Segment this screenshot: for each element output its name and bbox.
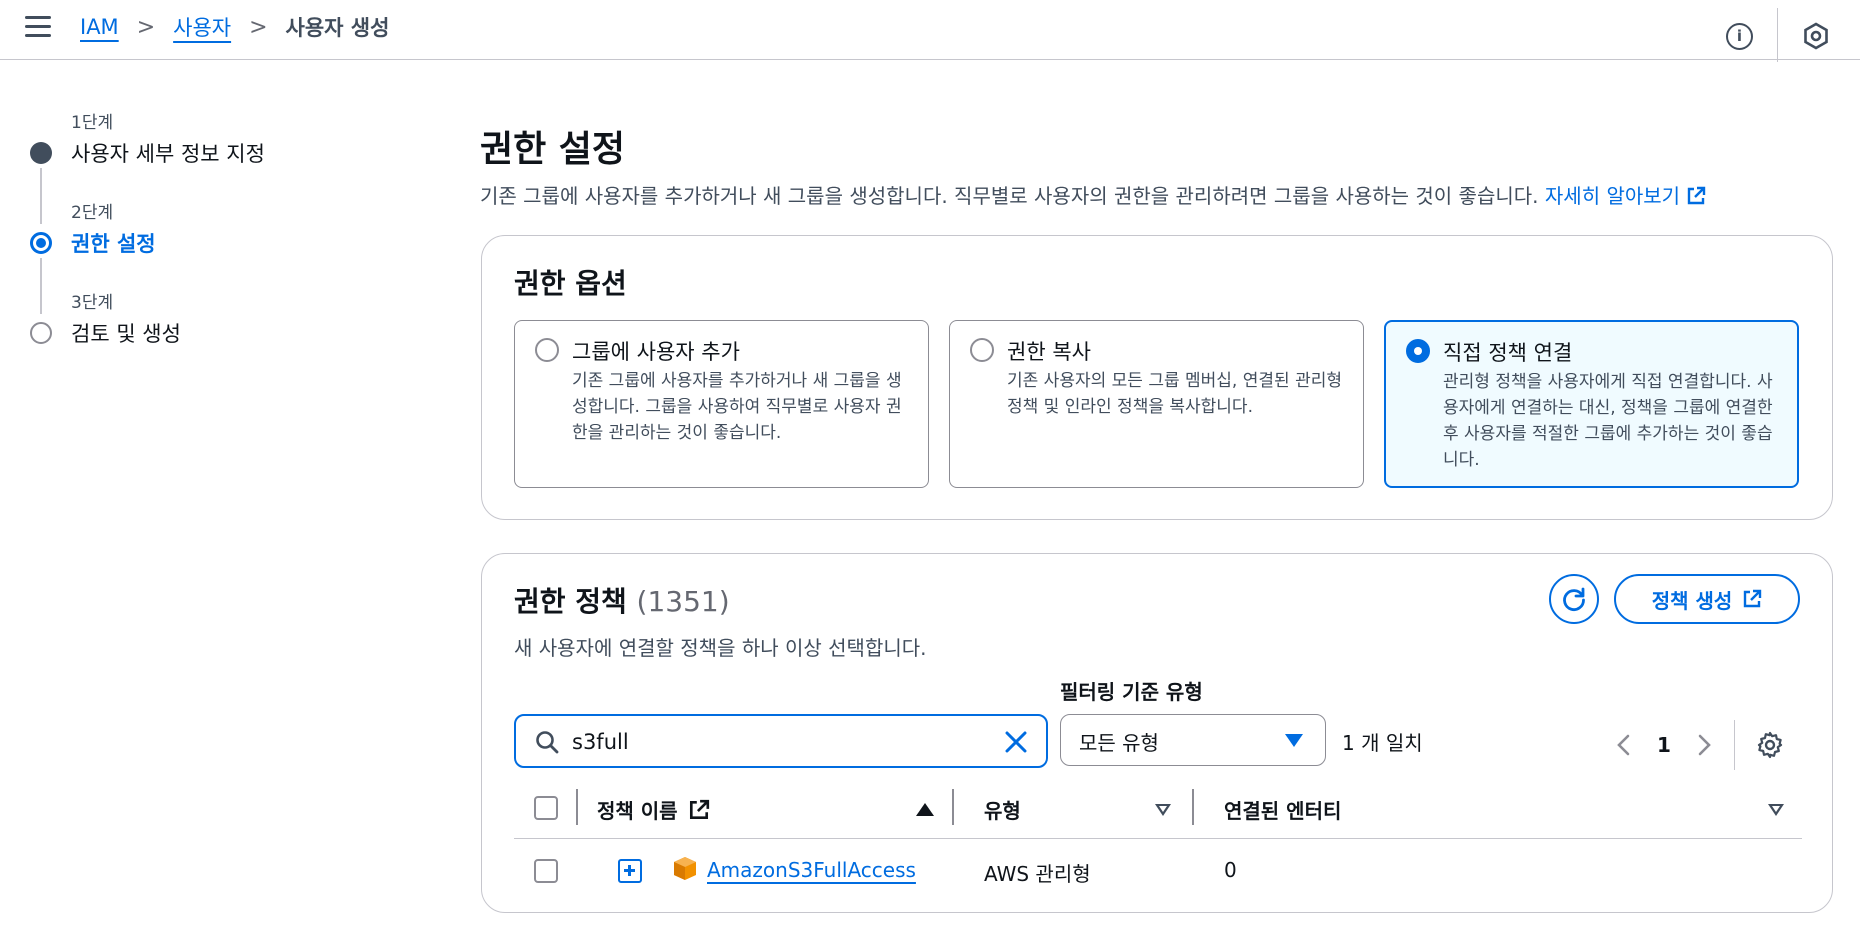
column-header-type[interactable]: 유형 — [984, 795, 1021, 824]
policy-search — [514, 714, 1048, 768]
wizard-steps: 1단계 사용자 세부 정보 지정 2단계 권한 설정 3단계 검토 및 생성 — [30, 108, 370, 378]
step-3: 3단계 검토 및 생성 — [30, 288, 370, 378]
breadcrumb-current: 사용자 생성 — [285, 16, 390, 40]
radio-button[interactable] — [970, 338, 994, 362]
divider — [1777, 8, 1778, 62]
permission-policies-card: 권한 정책 (1351) 정책 생성 새 사용자에 연결할 정책을 하나 이상 … — [481, 553, 1833, 913]
gear-icon[interactable] — [1755, 730, 1785, 760]
breadcrumb: IAM > 사용자 > 사용자 생성 — [80, 12, 389, 42]
option-description: 기존 그룹에 사용자를 추가하거나 새 그룹을 생성합니다. 그룹을 사용하여 … — [572, 371, 902, 443]
step-number: 1단계 — [71, 113, 114, 133]
column-label: 유형 — [984, 799, 1021, 823]
column-label: 연결된 엔터티 — [1224, 799, 1342, 823]
chevron-right-icon[interactable] — [1690, 732, 1716, 758]
row-checkbox[interactable] — [534, 859, 558, 883]
divider — [1734, 720, 1735, 770]
match-count: 1 개 일치 — [1342, 731, 1423, 755]
clear-icon[interactable] — [1002, 728, 1030, 756]
refresh-icon — [1563, 587, 1585, 612]
breadcrumb-users[interactable]: 사용자 — [173, 12, 231, 42]
option-description: 관리형 정책을 사용자에게 직접 연결합니다. 사용자에게 연결하는 대신, 정… — [1443, 372, 1773, 470]
search-icon — [536, 731, 559, 754]
step-1[interactable]: 1단계 사용자 세부 정보 지정 — [30, 108, 370, 224]
chevron-left-icon[interactable] — [1612, 732, 1638, 758]
column-header-attached-entities[interactable]: 연결된 엔터티 — [1224, 795, 1341, 824]
policy-type: AWS 관리형 — [984, 862, 1091, 886]
refresh-button[interactable] — [1549, 574, 1599, 624]
filter-type-value: 모든 유형 — [1079, 731, 1159, 755]
step-pending-icon — [30, 322, 52, 344]
policies-title: 권한 정책 (1351) — [514, 580, 730, 620]
settings-hexagon-icon[interactable] — [1802, 22, 1830, 50]
expand-icon[interactable] — [618, 859, 642, 883]
option-title: 권한 복사 — [1007, 340, 1091, 364]
option-copy-permissions[interactable]: 권한 복사 기존 사용자의 모든 그룹 멤버십, 연결된 관리형 정책 및 인라… — [949, 320, 1364, 488]
step-complete-icon — [30, 142, 52, 164]
option-add-to-group[interactable]: 그룹에 사용자 추가 기존 그룹에 사용자를 추가하거나 새 그룹을 생성합니다… — [514, 320, 929, 488]
table-header: 정책 이름 유형 연결된 엔터티 — [514, 779, 1802, 839]
external-link-icon — [689, 799, 709, 819]
table-row[interactable]: AmazonS3FullAccess AWS 관리형 0 — [514, 840, 1802, 902]
option-title: 그룹에 사용자 추가 — [572, 340, 740, 364]
external-link-icon — [1687, 186, 1706, 205]
column-divider — [952, 789, 954, 825]
step-number: 2단계 — [71, 203, 114, 223]
column-divider — [576, 789, 578, 825]
step-number: 3단계 — [71, 293, 114, 313]
sort-icon[interactable] — [1155, 804, 1171, 816]
aws-managed-policy-icon — [674, 857, 696, 880]
option-attach-policies-directly[interactable]: 직접 정책 연결 관리형 정책을 사용자에게 직접 연결합니다. 사용자에게 연… — [1384, 320, 1799, 488]
chevron-right-icon: > — [136, 14, 156, 40]
info-icon[interactable]: i — [1726, 22, 1753, 50]
description-text: 기존 그룹에 사용자를 추가하거나 새 그룹을 생성합니다. 직무별로 사용자의… — [480, 184, 1539, 208]
permission-options-title: 권한 옵션 — [514, 267, 627, 300]
sort-ascending-icon[interactable] — [916, 803, 934, 816]
policies-title-text: 권한 정책 — [514, 585, 627, 618]
learn-more-link[interactable]: 자세히 알아보기 — [1545, 184, 1706, 208]
column-divider — [1192, 789, 1194, 825]
policies-count: (1351) — [636, 585, 730, 618]
top-navigation: IAM > 사용자 > 사용자 생성 i — [0, 0, 1860, 62]
external-link-icon — [1744, 589, 1762, 608]
page-description: 기존 그룹에 사용자를 추가하거나 새 그룹을 생성합니다. 직무별로 사용자의… — [480, 180, 1706, 209]
radio-button-selected[interactable] — [1406, 339, 1430, 363]
step-label: 검토 및 생성 — [71, 322, 181, 346]
chevron-right-icon: > — [249, 14, 268, 40]
policy-name-link[interactable]: AmazonS3FullAccess — [707, 858, 916, 882]
filter-type-select[interactable]: 모든 유형 — [1060, 714, 1326, 766]
step-current-icon — [30, 232, 52, 254]
step-2: 2단계 권한 설정 — [30, 198, 370, 314]
create-policy-label: 정책 생성 — [1651, 588, 1733, 613]
caret-down-icon — [1285, 734, 1303, 747]
page-title: 권한 설정 — [480, 129, 626, 170]
step-label: 사용자 세부 정보 지정 — [71, 142, 265, 166]
create-policy-button[interactable]: 정책 생성 — [1614, 574, 1800, 624]
option-description: 기존 사용자의 모든 그룹 멤버십, 연결된 관리형 정책 및 인라인 정책을 … — [1007, 371, 1342, 417]
search-input[interactable] — [572, 726, 972, 758]
learn-more-label: 자세히 알아보기 — [1544, 184, 1681, 208]
step-label: 권한 설정 — [71, 232, 156, 256]
column-header-policy-name[interactable]: 정책 이름 — [597, 795, 710, 824]
column-label: 정책 이름 — [597, 799, 678, 823]
pagination: 1 — [1612, 720, 1785, 770]
current-page[interactable]: 1 — [1638, 733, 1690, 757]
option-title: 직접 정책 연결 — [1443, 341, 1573, 365]
radio-button[interactable] — [535, 338, 559, 362]
filter-type-label: 필터링 기준 유형 — [1060, 680, 1203, 704]
select-all-checkbox[interactable] — [534, 796, 558, 820]
policies-description: 새 사용자에 연결할 정책을 하나 이상 선택합니다. — [514, 636, 927, 660]
sort-icon[interactable] — [1768, 804, 1784, 816]
breadcrumb-iam[interactable]: IAM — [80, 15, 119, 39]
menu-icon[interactable] — [25, 16, 51, 38]
attached-entities-count: 0 — [1224, 858, 1237, 882]
permission-options-card: 권한 옵션 그룹에 사용자 추가 기존 그룹에 사용자를 추가하거나 새 그룹을… — [481, 235, 1833, 520]
